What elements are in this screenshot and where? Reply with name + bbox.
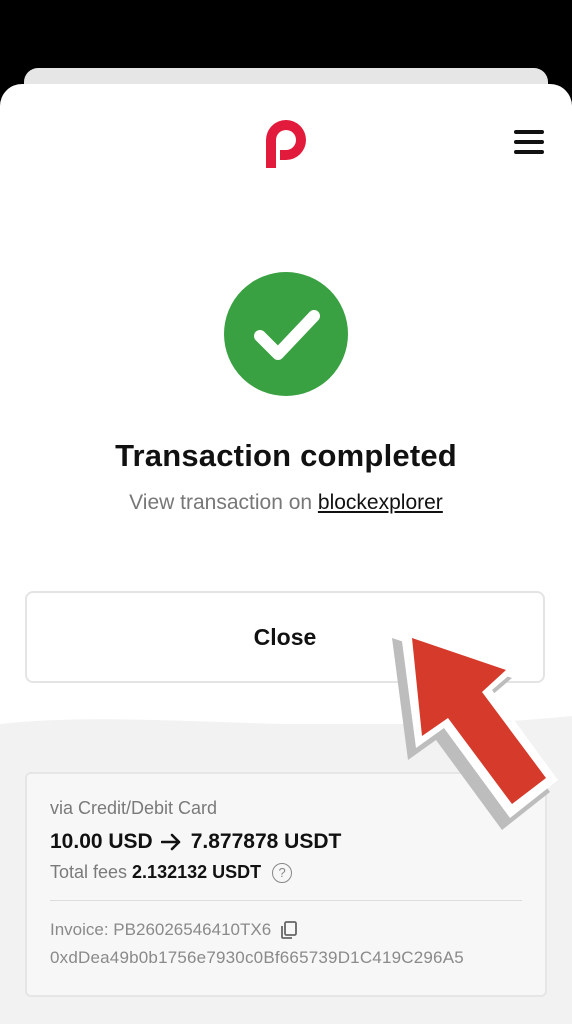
blockexplorer-link[interactable]: blockexplorer (318, 491, 443, 514)
arrow-right-icon (160, 833, 181, 851)
conversion-amounts: 10.00 USD 7.877878 USDT (50, 830, 341, 854)
help-icon[interactable]: ? (272, 862, 293, 883)
total-fees: Total fees 2.132132 USDT ? (50, 862, 293, 883)
invoice-row: Invoice: PB26026546410TX6 (50, 920, 299, 940)
fees-label: Total fees (50, 862, 128, 882)
subtitle-prefix: View transaction on (129, 491, 318, 514)
amount-from: 10.00 USD (50, 830, 153, 853)
amount-to: 7.877878 USDT (190, 830, 342, 853)
status-title: Transaction completed (115, 438, 457, 473)
transaction-sheet: Transaction completed View transaction o… (0, 84, 572, 1024)
checkmark-circle-icon (224, 272, 348, 396)
red-pointer-arrow-icon (392, 626, 558, 830)
hamburger-menu-icon[interactable] (512, 128, 546, 156)
p-logo-icon (266, 120, 306, 168)
status-subtitle: View transaction on blockexplorer (0, 491, 572, 515)
invoice-number: Invoice: PB26026546410TX6 (50, 920, 272, 939)
divider (50, 900, 522, 901)
payment-method: via Credit/Debit Card (50, 798, 218, 818)
fees-value: 2.132132 USDT (132, 862, 262, 882)
wallet-address: 0xdDea49b0b1756e7930c0Bf665739D1C419C296… (50, 948, 464, 967)
copy-icon[interactable] (279, 920, 299, 940)
